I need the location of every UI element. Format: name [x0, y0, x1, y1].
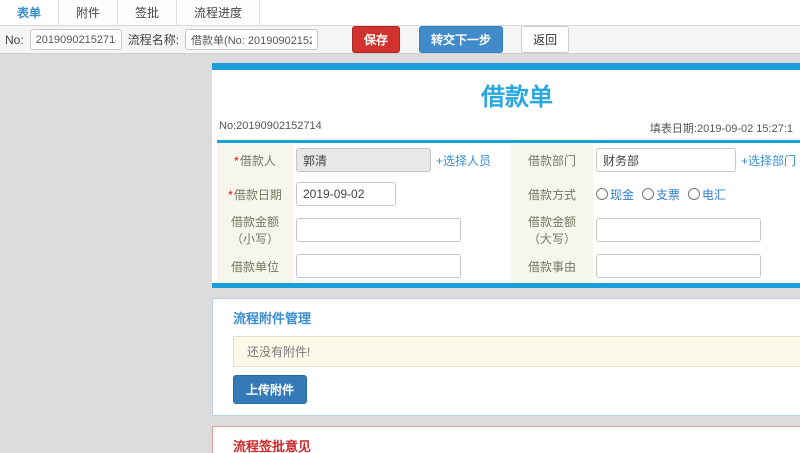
panel-wrap: 借款单 No:20190902152714 填表日期:2019-09-02 15…	[212, 63, 800, 453]
radio-check[interactable]: 支票	[642, 186, 680, 203]
select-department-link[interactable]: +选择部门	[741, 152, 796, 169]
department-label: 借款部门	[501, 143, 593, 177]
no-input[interactable]	[29, 29, 122, 50]
loan-form-panel: 借款单 No:20190902152714 填表日期:2019-09-02 15…	[212, 63, 800, 288]
tab-approval[interactable]: 签批	[118, 0, 178, 25]
loan-form-grid: *借款人 +选择人员 借款部门 +选择部门 *借款日期	[217, 143, 800, 283]
attachment-title: 流程附件管理	[233, 311, 312, 326]
required-asterisk: *	[228, 187, 233, 202]
select-person-link[interactable]: +选择人员	[436, 152, 491, 169]
borrower-input[interactable]	[296, 148, 431, 172]
loan-unit-label: 借款单位	[217, 249, 293, 283]
content-area: 借款单 No:20190902152714 填表日期:2019-09-02 15…	[0, 54, 800, 453]
top-tab-bar: 表单 附件 签批 流程进度	[0, 0, 800, 26]
attachment-panel: 流程附件管理 还没有附件! 上传附件	[212, 298, 800, 416]
amount-lower-input[interactable]	[296, 218, 461, 242]
approval-panel: 流程签批意见 B I abc ✎ ⚭ ⚮ ⚑ ☰ ☰ ⇤ ⇥ ”	[212, 426, 800, 453]
no-label: No:	[5, 32, 24, 47]
radio-transfer-input[interactable]	[688, 188, 701, 200]
radio-cash[interactable]: 现金	[596, 186, 634, 203]
panel-top-bar	[212, 63, 800, 70]
radio-check-input[interactable]	[642, 188, 655, 200]
tab-progress[interactable]: 流程进度	[177, 0, 261, 25]
panel-bottom-bar	[212, 283, 800, 288]
back-button[interactable]: 返回	[521, 26, 570, 53]
upload-attachment-button[interactable]: 上传附件	[233, 375, 308, 404]
form-meta-row: No:20190902152714 填表日期:2019-09-02 15:27:…	[217, 118, 800, 143]
loan-reason-input[interactable]	[596, 254, 761, 278]
borrower-label: *借款人	[217, 143, 293, 177]
flow-name-label: 流程名称:	[127, 33, 180, 47]
form-title: 借款单	[481, 84, 553, 111]
form-date: 填表日期:2019-09-02 15:27:1	[649, 123, 793, 135]
department-input[interactable]	[596, 148, 736, 172]
tab-attachment[interactable]: 附件	[59, 0, 119, 25]
tab-form[interactable]: 表单	[0, 0, 60, 25]
required-asterisk: *	[234, 153, 239, 168]
form-no: No:20190902152714	[219, 120, 322, 132]
header-action-row: No: 流程名称: 保存 转交下一步 返回	[0, 26, 800, 54]
pay-method-label: 借款方式	[501, 177, 593, 211]
pay-method-radio-group: 现金 支票 电汇	[596, 186, 726, 203]
loan-reason-label: 借款事由	[501, 249, 593, 283]
amount-upper-input[interactable]	[596, 218, 761, 242]
loan-date-input[interactable]	[296, 182, 396, 206]
radio-cash-input[interactable]	[596, 188, 608, 200]
loan-unit-input[interactable]	[296, 254, 461, 278]
attachment-empty-message: 还没有附件!	[233, 336, 800, 367]
approval-title: 流程签批意见	[233, 439, 312, 453]
loan-date-label: *借款日期	[217, 177, 293, 211]
amount-lower-label: 借款金额（小写）	[217, 211, 293, 249]
amount-upper-label: 借款金额（大写）	[501, 211, 593, 249]
flow-name-input[interactable]	[185, 29, 319, 50]
radio-transfer[interactable]: 电汇	[688, 186, 726, 203]
save-button[interactable]: 保存	[352, 26, 401, 53]
next-step-button[interactable]: 转交下一步	[419, 26, 504, 53]
